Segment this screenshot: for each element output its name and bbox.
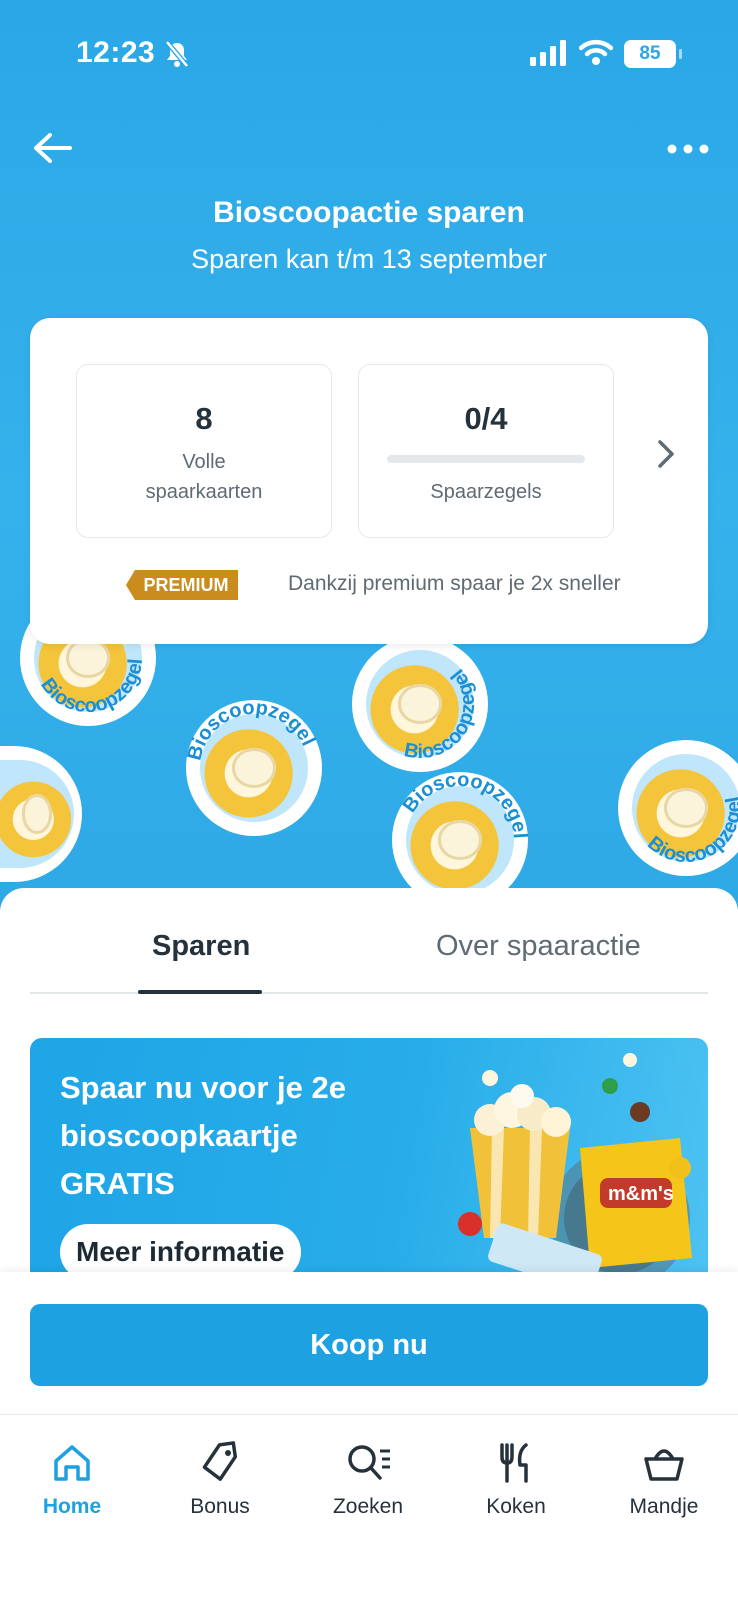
nav-zoeken-label: Zoeken (332, 1495, 404, 1518)
full-cards-label: Volle spaarkaarten (145, 451, 263, 503)
stamp-decoration: Bioscoopzegel (352, 636, 488, 772)
buy-now-button[interactable]: Koop nu (30, 1304, 708, 1386)
tab-sparen[interactable]: Sparen (152, 930, 250, 963)
nav-zoeken[interactable]: Zoeken (308, 1441, 428, 1519)
promo-banner[interactable]: Spaar nu voor je 2e bioscoopkaartje GRAT… (30, 1038, 708, 1278)
search-list-icon (348, 1445, 390, 1480)
popcorn-candy-illustration: m&m's (458, 1053, 692, 1278)
basket-icon (644, 1449, 684, 1481)
status-bar: 12:23 85 (0, 34, 738, 74)
full-cards-tile: 8 Volle spaarkaarten (76, 364, 332, 538)
svg-text:Bioscoopzegel: Bioscoopzegel (36, 658, 147, 717)
active-tab-indicator (138, 990, 262, 994)
tab-bar: Sparen Over spaaractie (30, 888, 708, 994)
stamps-tile: 0/4 Spaarzegels (358, 364, 614, 538)
promo-title: Spaar nu voor je 2e bioscoopkaartje GRAT… (60, 1070, 346, 1201)
stamp-decoration (0, 746, 82, 882)
page-subtitle: Sparen kan t/m 13 september (191, 244, 547, 274)
chevron-right-icon[interactable] (650, 434, 680, 474)
stamp-decoration: Bioscoopzegel (186, 700, 322, 836)
bottom-navigation: Home Bonus Zoeken Koken Mandje (0, 1414, 738, 1600)
status-time: 12:23 (76, 36, 156, 69)
nav-mandje-label: Mandje (629, 1495, 699, 1518)
cellular-signal-icon (530, 40, 566, 71)
svg-text:Bioscoopzegel: Bioscoopzegel (643, 795, 738, 868)
stamp-decoration: Bioscoopzegel (618, 740, 738, 876)
stamps-progress-bar (387, 455, 585, 463)
cutlery-icon (500, 1443, 528, 1483)
home-icon (54, 1445, 90, 1481)
savings-card[interactable]: 8 Volle spaarkaarten 0/4 Spaarzegels PRE… (30, 318, 708, 644)
battery-tip (679, 49, 682, 59)
more-options-icon[interactable] (666, 138, 710, 160)
nav-home-label: Home (42, 1495, 102, 1518)
page-title: Bioscoopactie sparen (213, 196, 525, 229)
tab-over-spaaractie[interactable]: Over spaaractie (436, 930, 641, 963)
premium-badge: PREMIUM (126, 570, 238, 600)
more-info-button[interactable]: Meer informatie (60, 1224, 301, 1278)
premium-text: Dankzij premium spaar je 2x sneller (288, 572, 621, 595)
bonus-tag-icon (202, 1441, 238, 1481)
nav-bonus[interactable]: Bonus (160, 1441, 280, 1519)
nav-bonus-label: Bonus (190, 1495, 250, 1518)
full-cards-count: 8 (195, 401, 213, 436)
nav-koken[interactable]: Koken (456, 1441, 576, 1519)
battery-indicator: 85 (624, 40, 676, 68)
wifi-icon (578, 38, 614, 71)
svg-text:Bioscoopzegel: Bioscoopzegel (399, 772, 528, 839)
nav-koken-label: Koken (486, 1495, 546, 1518)
bell-muted-icon (164, 40, 190, 73)
nav-mandje[interactable]: Mandje (604, 1441, 724, 1519)
buy-bar: Koop nu (0, 1272, 738, 1414)
hero-banner: 12:23 85 Bioscoopactie sparen Sparen kan… (0, 0, 738, 910)
nav-home[interactable]: Home (12, 1441, 132, 1519)
svg-text:m&m's: m&m's (608, 1183, 674, 1205)
svg-text:Bioscoopzegel: Bioscoopzegel (402, 665, 479, 764)
stamps-label: Spaarzegels (430, 481, 542, 503)
back-arrow-icon[interactable] (30, 128, 76, 168)
svg-text:Bioscoopzegel: Bioscoopzegel (186, 700, 319, 762)
stamps-count: 0/4 (464, 401, 508, 436)
